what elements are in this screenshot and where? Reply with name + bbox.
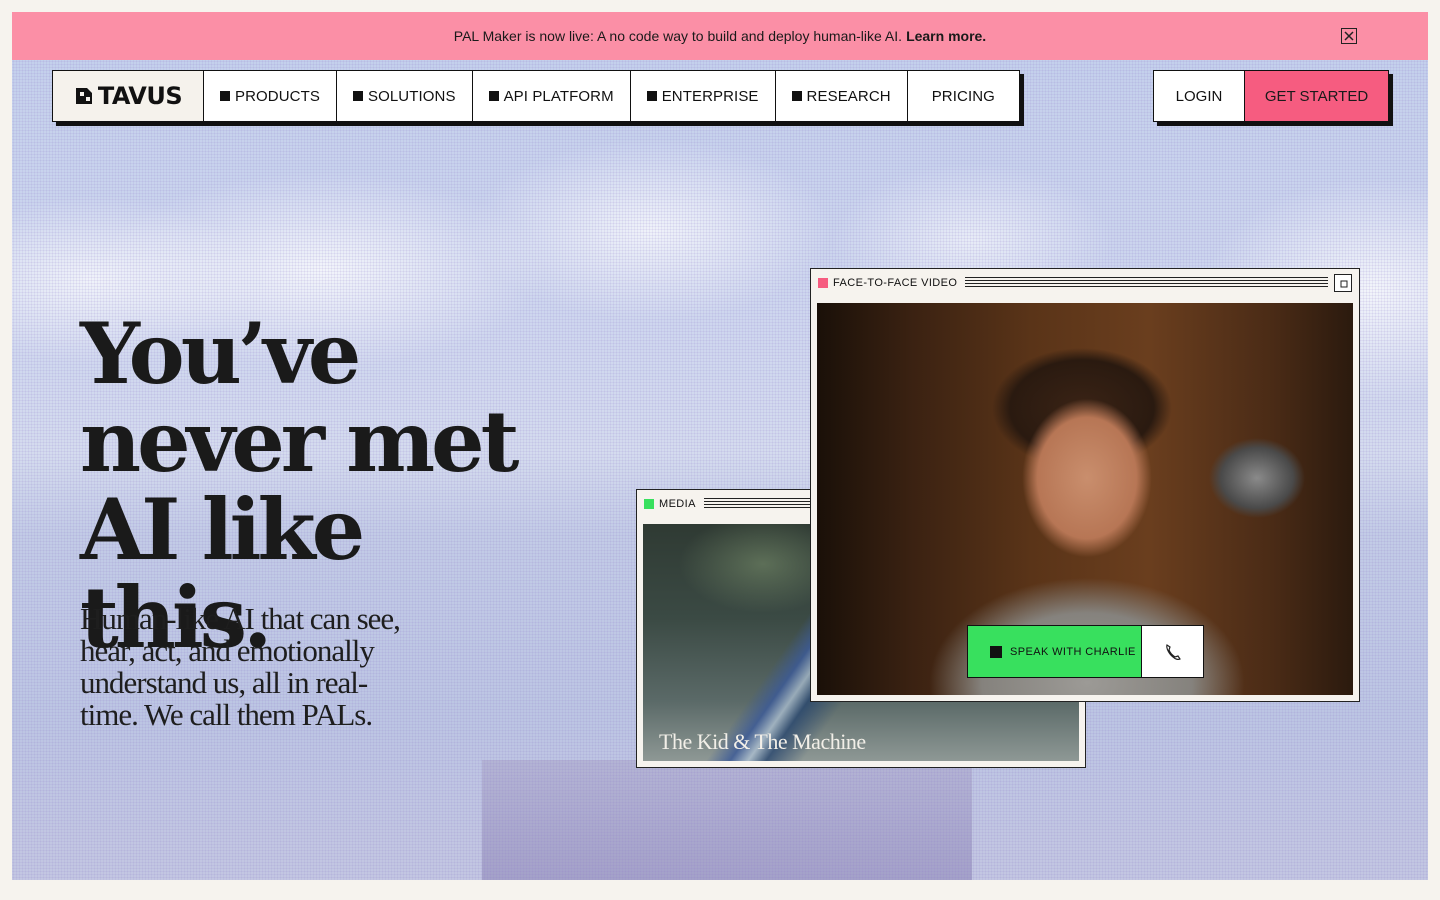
tavus-logo-icon — [75, 88, 92, 104]
headline-line: never met — [80, 392, 519, 491]
learn-more-link[interactable]: Learn more. — [906, 28, 986, 44]
logo-text: TAVUS — [97, 82, 183, 110]
speak-with-charlie-cta: SPEAK WITH CHARLIE — [967, 625, 1204, 678]
nav-label: RESEARCH — [806, 87, 891, 105]
banner-text: PAL Maker is now live: A no code way to … — [453, 28, 903, 44]
main-nav: TAVUS PRODUCTS SOLUTIONS API PLATFORM EN… — [52, 70, 1020, 122]
auth-buttons: LOGIN GET STARTED — [1153, 70, 1389, 122]
nav-label: API PLATFORM — [503, 87, 614, 105]
square-bullet-icon — [220, 91, 230, 101]
nav-label: ENTERPRISE — [661, 87, 759, 105]
nav-item-research[interactable]: RESEARCH — [776, 71, 908, 121]
video-window-title: FACE-TO-FACE VIDEO — [833, 277, 958, 289]
pillar-shape — [482, 760, 972, 880]
get-started-button[interactable]: GET STARTED — [1245, 71, 1388, 121]
media-caption: The Kid & The Machine — [659, 729, 866, 754]
square-bullet-icon — [791, 91, 802, 101]
phone-icon[interactable] — [1142, 626, 1203, 677]
nav-label: PRICING — [931, 87, 995, 105]
nav-label: PRODUCTS — [235, 87, 320, 105]
square-bullet-icon — [990, 645, 1002, 658]
nav-item-solutions[interactable]: SOLUTIONS — [337, 71, 473, 121]
nav-label: SOLUTIONS — [367, 87, 456, 105]
square-bullet-icon — [352, 91, 363, 101]
login-button[interactable]: LOGIN — [1154, 71, 1245, 121]
headline-line: You’ve — [80, 304, 361, 403]
titlebar-stripes — [965, 277, 1328, 289]
announcement-banner: PAL Maker is now live: A no code way to … — [12, 12, 1428, 60]
green-square-icon — [644, 499, 654, 509]
expand-icon[interactable] — [1334, 274, 1352, 292]
nav-item-products[interactable]: PRODUCTS — [204, 71, 337, 121]
nav-item-enterprise[interactable]: ENTERPRISE — [631, 71, 776, 121]
pink-square-icon — [818, 278, 828, 288]
media-window-title: MEDIA — [659, 498, 696, 510]
video-window-titlebar: FACE-TO-FACE VIDEO — [811, 269, 1359, 297]
close-icon[interactable] — [1341, 28, 1357, 44]
nav-item-pricing[interactable]: PRICING — [908, 71, 1019, 121]
speak-with-charlie-button[interactable]: SPEAK WITH CHARLIE — [968, 626, 1142, 677]
square-bullet-icon — [488, 91, 499, 101]
tavus-logo[interactable]: TAVUS — [53, 71, 204, 121]
hero-subhead: Human-like AI that can see, hear, act, a… — [80, 601, 401, 732]
nav-item-api-platform[interactable]: API PLATFORM — [473, 71, 631, 121]
square-bullet-icon — [646, 91, 657, 101]
cta-label: SPEAK WITH CHARLIE — [1010, 645, 1136, 658]
